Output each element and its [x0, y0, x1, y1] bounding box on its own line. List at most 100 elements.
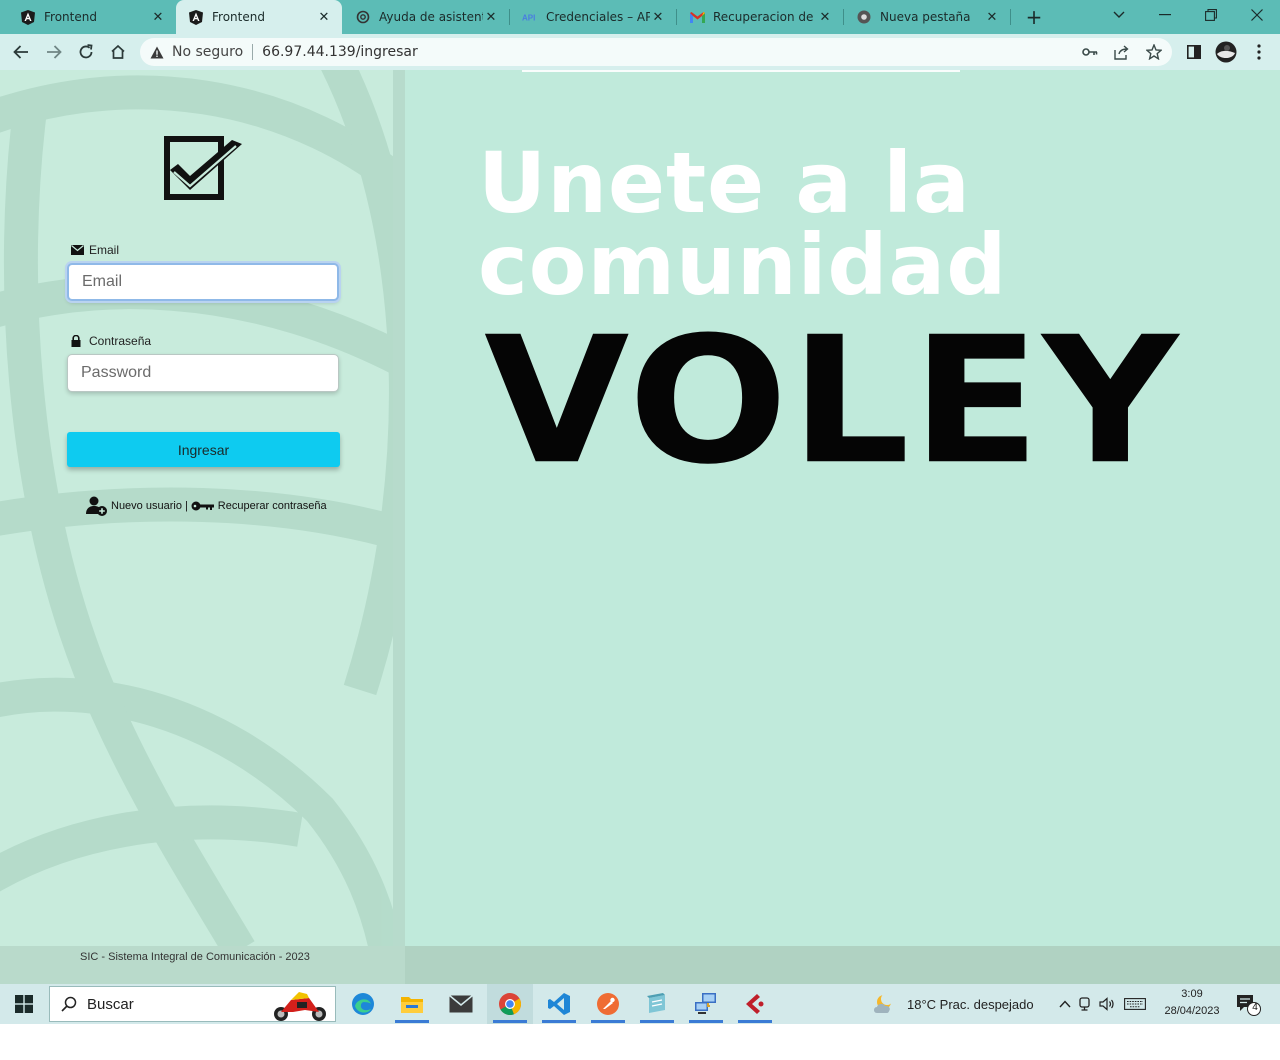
close-window-button[interactable]	[1234, 0, 1280, 30]
tab-nueva-pestana[interactable]: Nueva pestaña ✕	[844, 0, 1010, 34]
bookmark-star-icon[interactable]	[1144, 42, 1164, 62]
new-user-link[interactable]: Nuevo usuario	[111, 500, 182, 512]
side-panel-button[interactable]	[1181, 39, 1207, 65]
auth-links: Nuevo usuario | Recuperar contraseña	[86, 496, 327, 516]
home-icon	[111, 44, 125, 59]
remote-desktop-app-button[interactable]	[683, 984, 729, 1024]
close-icon[interactable]: ✕	[483, 9, 499, 25]
hero-line-2: comunidad	[478, 216, 1008, 314]
chrome-icon	[499, 993, 522, 1016]
more-vert-icon	[1257, 44, 1261, 60]
avatar-icon	[1215, 41, 1237, 63]
address-bar[interactable]: No seguro 66.97.44.139/ingresar	[140, 38, 1172, 66]
tab-title: Frontend	[44, 10, 97, 24]
login-panel: Email Contraseña Ingresar Nuevo usuario …	[0, 70, 405, 946]
close-icon[interactable]: ✕	[316, 9, 332, 25]
chevron-up-icon[interactable]	[1056, 1000, 1074, 1008]
folder-icon	[401, 997, 423, 1013]
email-input[interactable]	[67, 263, 339, 301]
angular-icon	[188, 9, 204, 25]
login-submit-button[interactable]: Ingresar	[67, 432, 340, 467]
tab-frontend-1[interactable]: Frontend ✕	[8, 0, 176, 34]
filezilla-app-button[interactable]	[732, 984, 778, 1024]
hero-subtitle: Unete a la comunidad	[478, 141, 1178, 314]
tab-frontend-2[interactable]: Frontend ✕	[176, 0, 342, 34]
taskbar-clock[interactable]: 3:09 28/04/2023	[1156, 986, 1228, 1020]
notes-app-button[interactable]	[634, 984, 680, 1024]
chrome-app-button[interactable]	[487, 984, 533, 1024]
menu-button[interactable]	[1246, 39, 1272, 65]
key-icon[interactable]	[1080, 42, 1100, 62]
restore-button[interactable]	[1188, 0, 1234, 30]
link-separator: |	[184, 500, 188, 512]
key-icon[interactable]	[191, 501, 215, 511]
tab-title: Credenciales – APIs	[546, 10, 650, 24]
openai-icon	[355, 9, 371, 25]
page-footer: SIC - Sistema Integral de Comunicación -…	[0, 946, 1280, 984]
back-button[interactable]	[8, 39, 34, 65]
weather-widget[interactable]: 18°C Prac. despejado	[872, 984, 1034, 1024]
clock-date: 28/04/2023	[1164, 1005, 1220, 1017]
add-user-icon[interactable]	[86, 496, 108, 516]
mail-app-button[interactable]	[438, 984, 484, 1024]
start-button[interactable]	[0, 984, 48, 1024]
system-tray	[1056, 984, 1152, 1024]
email-label-text: Email	[89, 243, 120, 257]
tab-title: Recuperacion de tu	[713, 10, 817, 24]
url-text[interactable]: 66.97.44.139/ingresar	[262, 44, 418, 60]
volume-icon[interactable]	[1096, 997, 1118, 1011]
forward-button[interactable]	[41, 39, 67, 65]
tab-title: Nueva pestaña	[880, 10, 971, 24]
password-input[interactable]	[67, 354, 339, 392]
search-label: Buscar	[87, 995, 134, 1013]
tab-title: Ayuda de asistente.	[379, 10, 483, 24]
profile-avatar[interactable]	[1213, 39, 1239, 65]
notifications-button[interactable]: 4	[1236, 992, 1262, 1018]
tab-asistente[interactable]: Ayuda de asistente. ✕	[343, 0, 509, 34]
new-tab-button[interactable]: +	[1022, 5, 1046, 29]
browser-toolbar: No seguro 66.97.44.139/ingresar	[0, 34, 1280, 70]
reload-button[interactable]	[73, 39, 99, 65]
taskbar-search[interactable]: Buscar	[49, 986, 336, 1022]
home-button[interactable]	[105, 39, 131, 65]
close-icon[interactable]: ✕	[817, 9, 833, 25]
angular-icon	[20, 9, 36, 25]
vscode-icon	[548, 993, 570, 1015]
warning-icon[interactable]	[150, 46, 168, 59]
network-computers-icon	[695, 993, 716, 1014]
meet-now-icon[interactable]	[1074, 997, 1096, 1011]
reload-icon	[79, 44, 93, 59]
arrow-left-icon	[13, 45, 28, 59]
envelope-icon	[71, 244, 85, 256]
keyboard-icon[interactable]	[1118, 998, 1152, 1010]
footer-text: SIC - Sistema Integral de Comunicación -…	[80, 951, 310, 963]
windows-taskbar: Buscar 18°C Prac. despejado 3:09 28/04/2…	[0, 984, 1280, 1024]
file-explorer-app-button[interactable]	[389, 984, 435, 1024]
close-icon[interactable]: ✕	[650, 9, 666, 25]
loading-bar	[522, 70, 960, 72]
login-page: Email Contraseña Ingresar Nuevo usuario …	[0, 70, 1280, 984]
notification-count: 4	[1252, 1002, 1258, 1013]
close-icon[interactable]: ✕	[984, 9, 1000, 25]
search-icon	[61, 996, 77, 1012]
edge-app-button[interactable]	[340, 984, 386, 1024]
security-status[interactable]: No seguro	[172, 44, 243, 60]
chevron-down-icon	[1113, 11, 1125, 18]
arrow-right-icon	[47, 45, 62, 59]
share-icon[interactable]	[1112, 42, 1132, 62]
password-label: Contraseña	[71, 334, 151, 348]
gmail-icon	[689, 9, 705, 25]
minimize-button[interactable]	[1142, 0, 1188, 30]
hero-title: VOLEY	[484, 299, 1181, 504]
mail-icon	[449, 995, 473, 1013]
filezilla-icon	[746, 994, 764, 1014]
close-icon[interactable]: ✕	[150, 9, 166, 25]
email-label: Email	[71, 243, 119, 257]
tab-credenciales[interactable]: API Credenciales – APIs ✕	[510, 0, 676, 34]
weather-text: 18°C Prac. despejado	[907, 996, 1034, 1012]
recover-password-link[interactable]: Recuperar contraseña	[218, 500, 327, 512]
tab-search-button[interactable]	[1096, 0, 1142, 30]
tab-recuperacion[interactable]: Recuperacion de tu ✕	[677, 0, 843, 34]
postman-app-button[interactable]	[585, 984, 631, 1024]
vscode-app-button[interactable]	[536, 984, 582, 1024]
